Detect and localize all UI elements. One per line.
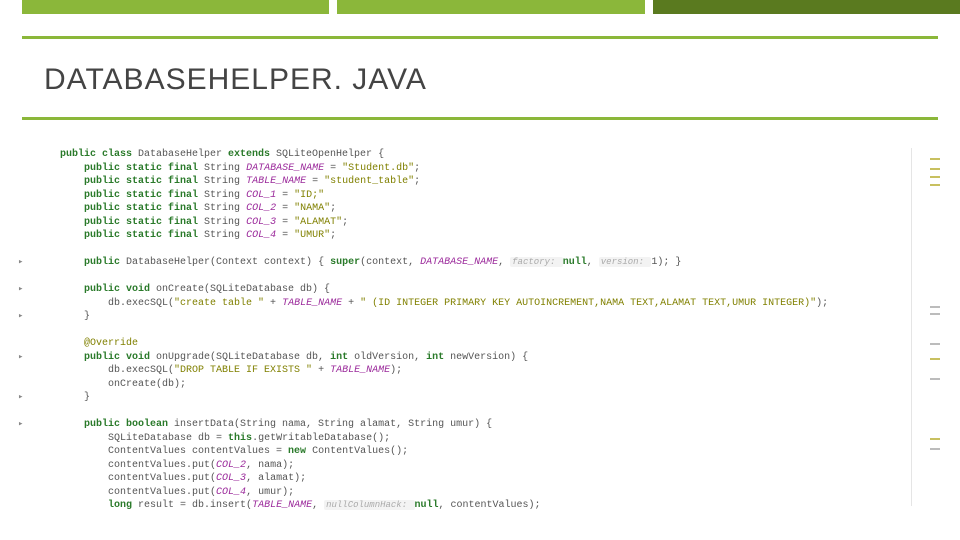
title-container: DATABASEHELPER. JAVA bbox=[22, 36, 938, 120]
code-line: db.execSQL("create table " + TABLE_NAME … bbox=[60, 297, 900, 311]
code-line: public static final String TABLE_NAME = … bbox=[60, 175, 900, 189]
code-line: public static final String COL_3 = "ALAM… bbox=[60, 216, 900, 230]
code-line: public DatabaseHelper(Context context) {… bbox=[60, 256, 900, 270]
code-line: long result = db.insert(TABLE_NAME, null… bbox=[60, 499, 900, 513]
code-line bbox=[60, 270, 900, 284]
code-line: public boolean insertData(String nama, S… bbox=[60, 418, 900, 432]
code-line: public static final String COL_4 = "UMUR… bbox=[60, 229, 900, 243]
code-line: public void onUpgrade(SQLiteDatabase db,… bbox=[60, 351, 900, 365]
editor-separator bbox=[911, 148, 912, 506]
code-line: public static final String COL_2 = "NAMA… bbox=[60, 202, 900, 216]
code-line: contentValues.put(COL_3, alamat); bbox=[60, 472, 900, 486]
code-line: public static final String DATABASE_NAME… bbox=[60, 162, 900, 176]
slide-title: DATABASEHELPER. JAVA bbox=[44, 63, 916, 97]
minimap bbox=[914, 148, 942, 522]
code-line bbox=[60, 405, 900, 419]
code-body: public class DatabaseHelper extends SQLi… bbox=[60, 148, 900, 513]
code-line: SQLiteDatabase db = this.getWritableData… bbox=[60, 432, 900, 446]
top-stripe bbox=[0, 0, 960, 14]
code-area: ▸▸▸▸▸▸ public class DatabaseHelper exten… bbox=[60, 148, 900, 522]
code-line: contentValues.put(COL_2, nama); bbox=[60, 459, 900, 473]
code-line: public void onCreate(SQLiteDatabase db) … bbox=[60, 283, 900, 297]
code-line: onCreate(db); bbox=[60, 378, 900, 392]
code-line: } bbox=[60, 310, 900, 324]
code-line: @Override bbox=[60, 337, 900, 351]
code-line bbox=[60, 243, 900, 257]
code-line: contentValues.put(COL_4, umur); bbox=[60, 486, 900, 500]
code-line bbox=[60, 324, 900, 338]
code-line: public class DatabaseHelper extends SQLi… bbox=[60, 148, 900, 162]
code-line: public static final String COL_1 = "ID;" bbox=[60, 189, 900, 203]
code-line: ContentValues contentValues = new Conten… bbox=[60, 445, 900, 459]
code-line: } bbox=[60, 391, 900, 405]
code-line: db.execSQL("DROP TABLE IF EXISTS " + TAB… bbox=[60, 364, 900, 378]
